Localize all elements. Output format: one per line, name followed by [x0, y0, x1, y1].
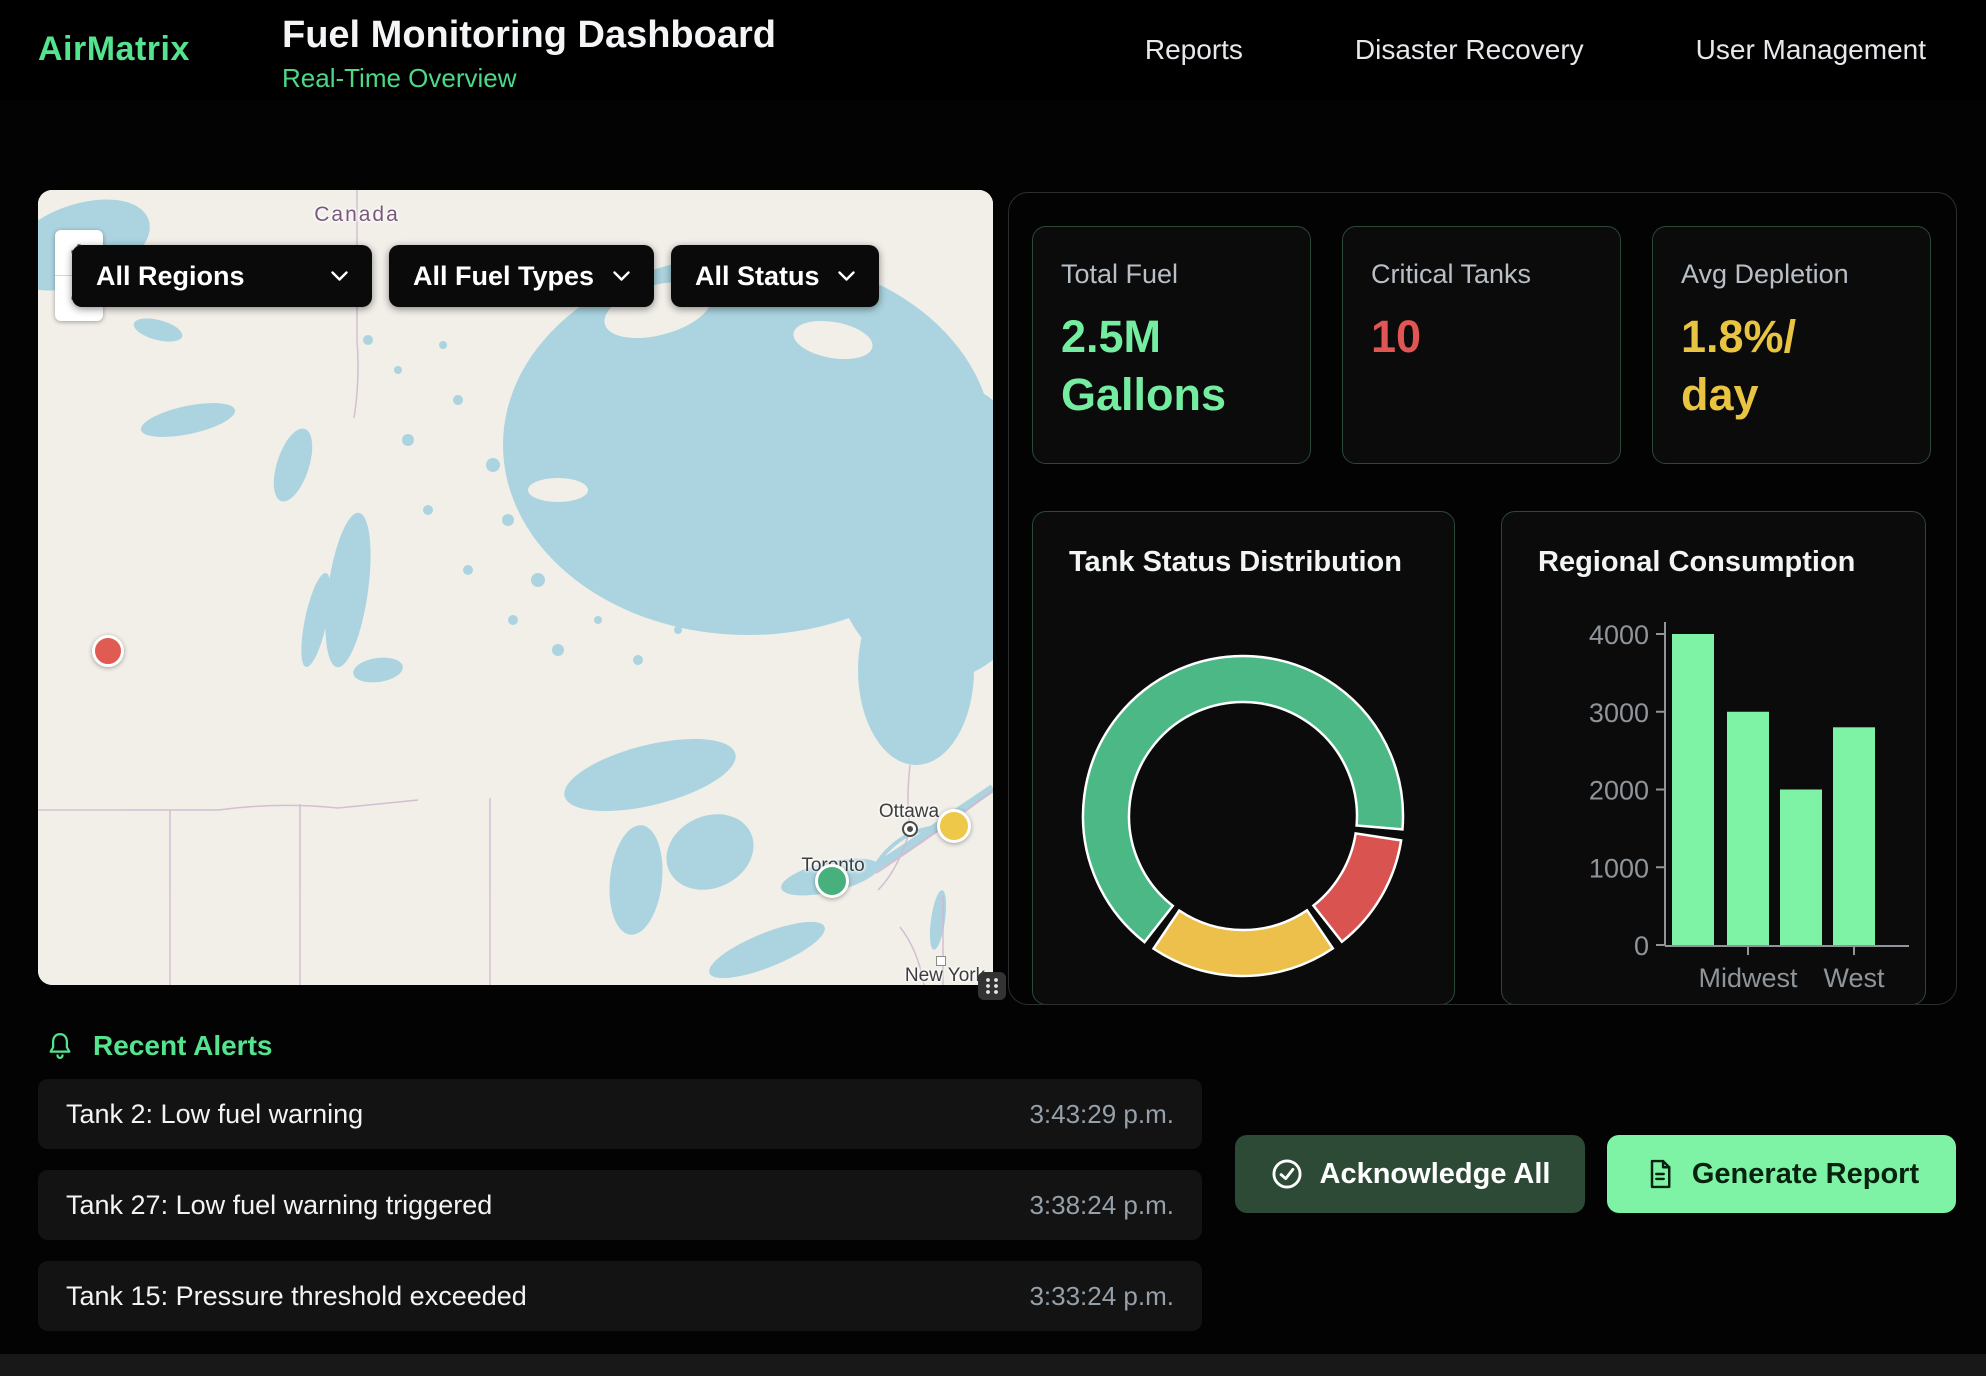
- main-nav: Reports Disaster Recovery User Management: [1145, 0, 1926, 100]
- stat-value: 2.5MGallons: [1061, 308, 1282, 423]
- stat-value: 1.8%/day: [1681, 308, 1902, 423]
- acknowledge-all-label: Acknowledge All: [1320, 1158, 1551, 1191]
- stat-card-avg-depletion: Avg Depletion 1.8%/day: [1652, 226, 1931, 464]
- alert-row[interactable]: Tank 27: Low fuel warning triggered 3:38:…: [38, 1170, 1202, 1240]
- regional-consumption-bar-chart: 0 1000 2000 3000 4000 Midwest West: [1502, 512, 1927, 1005]
- header: AirMatrix Fuel Monitoring Dashboard Real…: [0, 0, 1986, 100]
- warning-tank-marker[interactable]: [937, 809, 971, 843]
- alert-text: Tank 15: Pressure threshold exceeded: [66, 1281, 527, 1312]
- map-resize-handle[interactable]: [978, 972, 1006, 1000]
- page-title-block: Fuel Monitoring Dashboard Real-Time Over…: [282, 14, 776, 94]
- page-subtitle: Real-Time Overview: [282, 63, 776, 94]
- alerts-header: Recent Alerts: [45, 1030, 272, 1062]
- filter-all-fuel-types[interactable]: All Fuel Types: [389, 245, 654, 307]
- check-circle-icon: [1270, 1157, 1304, 1191]
- stat-label: Critical Tanks: [1371, 259, 1592, 290]
- stat-label: Avg Depletion: [1681, 259, 1902, 290]
- alert-time: 3:33:24 p.m.: [1029, 1281, 1174, 1312]
- filter-label: All Fuel Types: [413, 261, 594, 292]
- tank-status-card: Tank Status Distribution: [1032, 511, 1455, 1005]
- axis-tick-label: Midwest: [1698, 963, 1798, 993]
- axis-tick-label: 2000: [1589, 776, 1649, 806]
- alert-text: Tank 27: Low fuel warning triggered: [66, 1190, 492, 1221]
- axis-tick-label: 0: [1634, 931, 1649, 961]
- filter-label: All Regions: [96, 261, 245, 292]
- alert-text: Tank 2: Low fuel warning: [66, 1099, 363, 1130]
- consumption-bar: [1727, 712, 1769, 945]
- axis-tick-label: 4000: [1589, 620, 1649, 650]
- donut-slice-critical: [1313, 833, 1401, 941]
- stat-card-total-fuel: Total Fuel 2.5MGallons: [1032, 226, 1311, 464]
- normal-tank-marker[interactable]: [815, 864, 849, 898]
- axis-tick-label: West: [1823, 963, 1885, 993]
- generate-report-button[interactable]: Generate Report: [1607, 1135, 1956, 1213]
- nav-user-management[interactable]: User Management: [1696, 34, 1926, 66]
- map-label-canada: Canada: [314, 203, 400, 227]
- axis-tick-label: 1000: [1589, 853, 1649, 883]
- alert-row[interactable]: Tank 15: Pressure threshold exceeded 3:33…: [38, 1261, 1202, 1331]
- page-title: Fuel Monitoring Dashboard: [282, 14, 776, 57]
- alert-time: 3:38:24 p.m.: [1029, 1190, 1174, 1221]
- map-label-new-york: New York: [905, 965, 985, 985]
- fuel-map[interactable]: Canada Ottawa Toronto New York + − All R…: [38, 190, 993, 985]
- map-filter-bar: All Regions All Fuel Types All Status: [72, 245, 879, 307]
- alert-time: 3:43:29 p.m.: [1029, 1099, 1174, 1130]
- stats-panel: Total Fuel 2.5MGallons Critical Tanks 10 Avg…: [1008, 192, 1957, 1005]
- stat-card-critical-tanks: Critical Tanks 10: [1342, 226, 1621, 464]
- donut-slice-warning: [1154, 910, 1333, 976]
- donut-chart-title: Tank Status Distribution: [1069, 546, 1454, 579]
- map-label-ottawa: Ottawa: [879, 801, 939, 823]
- acknowledge-all-button[interactable]: Acknowledge All: [1235, 1135, 1585, 1213]
- chevron-down-icon: [331, 271, 348, 282]
- consumption-bar: [1833, 727, 1875, 945]
- axis-tick-label: 3000: [1589, 698, 1649, 728]
- chevron-down-icon: [613, 271, 630, 282]
- stat-label: Total Fuel: [1061, 259, 1282, 290]
- stat-value: 10: [1371, 308, 1592, 366]
- chevron-down-icon: [838, 271, 855, 282]
- regional-consumption-card: Regional Consumption 01000200030004000Mi…: [1501, 511, 1926, 1005]
- nav-reports[interactable]: Reports: [1145, 34, 1243, 66]
- consumption-bar: [1672, 634, 1714, 945]
- nav-disaster-recovery[interactable]: Disaster Recovery: [1355, 34, 1584, 66]
- generate-report-label: Generate Report: [1692, 1158, 1919, 1191]
- grip-dots-icon: [982, 975, 1002, 997]
- bell-icon: [45, 1031, 75, 1061]
- tank-status-donut-chart: [1033, 587, 1456, 987]
- consumption-bar: [1780, 790, 1822, 946]
- filter-all-regions[interactable]: All Regions: [72, 245, 372, 307]
- report-file-icon: [1644, 1158, 1676, 1190]
- filter-all-status[interactable]: All Status: [671, 245, 879, 307]
- ottawa-city-marker: [902, 821, 918, 837]
- alerts-section-title: Recent Alerts: [93, 1030, 272, 1062]
- filter-label: All Status: [695, 261, 820, 292]
- footer-strip: [0, 1354, 1986, 1376]
- critical-tank-marker[interactable]: [92, 635, 124, 667]
- app-logo[interactable]: AirMatrix: [38, 30, 190, 69]
- alert-row[interactable]: Tank 2: Low fuel warning 3:43:29 p.m.: [38, 1079, 1202, 1149]
